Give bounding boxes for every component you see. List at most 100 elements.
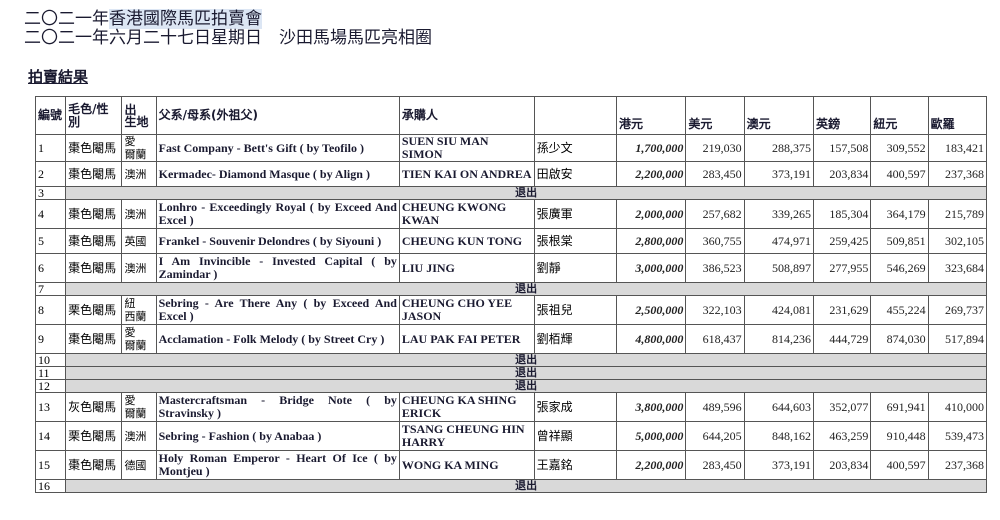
- price-hkd: 1,700,000: [615, 134, 687, 162]
- pedigree: Kermadec- Diamond Masque ( by Align ): [155, 161, 400, 187]
- origin: 澳洲: [121, 421, 157, 451]
- price-aud: 288,375: [743, 134, 815, 162]
- price-usd: 283,450: [685, 450, 745, 480]
- header-buyer: 承購人: [398, 96, 535, 135]
- price-gbp: 463,259: [813, 421, 872, 451]
- price-aud: 424,081: [743, 295, 815, 325]
- price-hkd: 2,200,000: [615, 450, 687, 480]
- price-eur: 323,684: [927, 253, 988, 283]
- table-row: 4 棗色閹馬 澳洲 Lonhro - Exceedingly Royal ( by E…: [34, 199, 988, 229]
- price-aud: 508,897: [743, 253, 815, 283]
- price-hkd: 2,000,000: [615, 199, 687, 229]
- origin: 愛 爾蘭: [121, 392, 157, 422]
- buyer-name: TSANG CHEUNG HIN HARRY: [398, 421, 535, 451]
- origin: 澳洲: [121, 199, 157, 229]
- price-gbp: 259,425: [813, 228, 872, 254]
- price-usd: 257,682: [685, 199, 745, 229]
- header-origin: 出 生地: [121, 96, 157, 135]
- price-gbp: 231,629: [813, 295, 872, 325]
- lot-number: 15: [34, 450, 67, 480]
- price-aud: 848,162: [743, 421, 815, 451]
- withdrawn-label: 退出: [65, 282, 987, 296]
- pedigree: Lonhro - Exceedingly Royal ( by Exceed A…: [155, 199, 400, 229]
- price-nzd: 874,030: [870, 324, 929, 354]
- buyer-name-chinese: 王嘉銘: [533, 450, 618, 480]
- auction-title: 二〇二一年香港國際馬匹拍賣會: [24, 9, 262, 29]
- price-aud: 373,191: [743, 450, 815, 480]
- colour-sex: 棗色閹馬: [65, 134, 123, 162]
- price-gbp: 444,729: [813, 324, 872, 354]
- price-hkd: 5,000,000: [615, 421, 687, 451]
- buyer-name-chinese: 田啟安: [533, 161, 618, 187]
- lot-number: 6: [34, 253, 67, 283]
- price-aud: 644,603: [743, 392, 815, 422]
- price-usd: 489,596: [685, 392, 745, 422]
- lot-number: 11: [34, 366, 67, 380]
- buyer-name-chinese: 劉靜: [533, 253, 618, 283]
- withdrawn-label: 退出: [65, 353, 987, 367]
- price-aud: 474,971: [743, 228, 815, 254]
- table-row: 15 棗色閹馬 德國 Holy Roman Emperor - Heart Of Ic…: [34, 450, 988, 480]
- lot-number: 7: [34, 282, 67, 296]
- pedigree: Fast Company - Bett's Gift ( by Teofilo …: [155, 134, 400, 162]
- pedigree: Sebring - Fashion ( by Anabaa ): [155, 421, 400, 451]
- header-hkd: 港元: [615, 96, 687, 135]
- buyer-name: LIU JING: [398, 253, 535, 283]
- price-hkd: 2,500,000: [615, 295, 687, 325]
- origin: 紐 西蘭: [121, 295, 157, 325]
- pedigree: Holy Roman Emperor - Heart Of Ice ( by M…: [155, 450, 400, 480]
- header-eur: 歐羅: [927, 96, 988, 135]
- price-hkd: 2,200,000: [615, 161, 687, 187]
- price-nzd: 691,941: [870, 392, 929, 422]
- header-usd: 美元: [685, 96, 745, 135]
- price-nzd: 546,269: [870, 253, 929, 283]
- origin: 澳洲: [121, 161, 157, 187]
- price-eur: 215,789: [927, 199, 988, 229]
- buyer-name-chinese: 曾祥顯: [533, 421, 618, 451]
- withdrawn-label: 退出: [65, 379, 987, 393]
- price-gbp: 203,834: [813, 450, 872, 480]
- price-nzd: 309,552: [870, 134, 929, 162]
- price-aud: 814,236: [743, 324, 815, 354]
- price-gbp: 277,955: [813, 253, 872, 283]
- buyer-name-chinese: 張根棠: [533, 228, 618, 254]
- price-eur: 183,421: [927, 134, 988, 162]
- withdrawn-label: 退出: [65, 186, 987, 200]
- header-lot: 編號: [34, 96, 67, 135]
- price-usd: 219,030: [685, 134, 745, 162]
- pedigree: I Am Invincible - Invested Capital ( by …: [155, 253, 400, 283]
- origin: 澳洲: [121, 253, 157, 283]
- lot-number: 9: [34, 324, 67, 354]
- table-row-withdrawn: 12 退出: [34, 379, 987, 393]
- auction-title-highlight: 香港國際馬匹拍賣會: [109, 9, 262, 29]
- buyer-name-chinese: 張家成: [533, 392, 618, 422]
- buyer-name: CHEUNG CHO YEE JASON: [398, 295, 535, 325]
- auction-results-table: 編號 毛色/性別 出 生地 父系/母系(外祖父) 承購人 港元 美元 澳元 英鎊…: [34, 96, 988, 493]
- price-aud: 339,265: [743, 199, 815, 229]
- header-colour-sex: 毛色/性別: [65, 96, 123, 135]
- lot-number: 4: [34, 199, 67, 229]
- pedigree: Mastercraftsman - Bridge Note ( by Strav…: [155, 392, 400, 422]
- header-aud: 澳元: [743, 96, 815, 135]
- price-eur: 517,894: [927, 324, 988, 354]
- table-row-withdrawn: 7 退出: [34, 282, 987, 296]
- price-eur: 539,473: [927, 421, 988, 451]
- table-row-withdrawn: 3 退出: [34, 186, 987, 200]
- price-eur: 237,368: [927, 161, 988, 187]
- auction-subtitle: 二〇二一年六月二十七日星期日 沙田馬場馬匹亮相圈: [24, 28, 432, 48]
- price-nzd: 455,224: [870, 295, 929, 325]
- buyer-name-chinese: 張廣軍: [533, 199, 618, 229]
- price-eur: 269,737: [927, 295, 988, 325]
- price-usd: 322,103: [685, 295, 745, 325]
- buyer-name: SUEN SIU MAN SIMON: [398, 134, 535, 162]
- table-row: 2 棗色閹馬 澳洲 Kermadec- Diamond Masque ( by Ali…: [34, 161, 988, 187]
- price-hkd: 4,800,000: [615, 324, 687, 354]
- price-hkd: 2,800,000: [615, 228, 687, 254]
- table-row: 1 棗色閹馬愛 爾蘭 Fast Company - Bett's Gift ( by…: [34, 134, 988, 162]
- price-nzd: 509,851: [870, 228, 929, 254]
- buyer-name-chinese: 孫少文: [533, 134, 618, 162]
- origin: 愛 爾蘭: [121, 134, 157, 162]
- buyer-name-chinese: 張祖兒: [533, 295, 618, 325]
- colour-sex: 棗色閹馬: [65, 161, 123, 187]
- price-eur: 302,105: [927, 228, 988, 254]
